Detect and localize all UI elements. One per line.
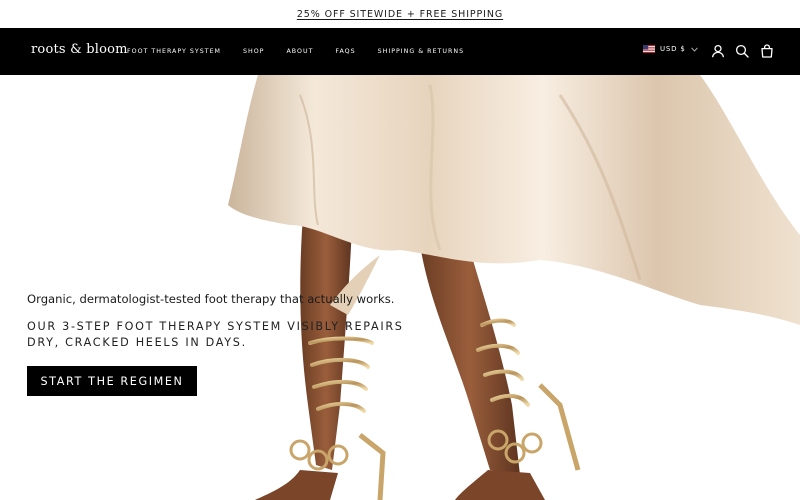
currency-label: USD $ [660, 45, 686, 53]
nav-shipping-returns[interactable]: SHIPPING & RETURNS [378, 48, 464, 55]
hero-tagline: Organic, dermatologist-tested foot thera… [27, 292, 395, 306]
nav-faqs[interactable]: FAQS [335, 48, 355, 55]
main-nav: FOOT THERAPY SYSTEM SHOP ABOUT FAQS SHIP… [127, 48, 486, 55]
search-icon[interactable] [735, 44, 749, 58]
hero-image [228, 75, 800, 500]
logo[interactable]: roots & bloom [31, 42, 128, 57]
site-header: roots & bloom FOOT THERAPY SYSTEM SHOP A… [0, 28, 800, 75]
us-flag-icon [643, 45, 655, 53]
currency-selector[interactable]: USD $ [643, 45, 698, 53]
announcement-link[interactable]: 25% OFF SITEWIDE + FREE SHIPPING [297, 9, 503, 20]
cart-icon[interactable] [760, 44, 774, 58]
chevron-down-icon [690, 46, 698, 52]
hero-section: Organic, dermatologist-tested foot thera… [0, 75, 800, 500]
hero-subhead: OUR 3-STEP FOOT THERAPY SYSTEM VISIBLY R… [27, 320, 404, 349]
announcement-bar: 25% OFF SITEWIDE + FREE SHIPPING [0, 0, 800, 28]
nav-foot-therapy-system[interactable]: FOOT THERAPY SYSTEM [127, 48, 221, 55]
start-regimen-button[interactable]: START THE REGIMEN [27, 366, 197, 396]
nav-about[interactable]: ABOUT [286, 48, 313, 55]
nav-shop[interactable]: SHOP [243, 48, 265, 55]
account-icon[interactable] [711, 44, 725, 58]
